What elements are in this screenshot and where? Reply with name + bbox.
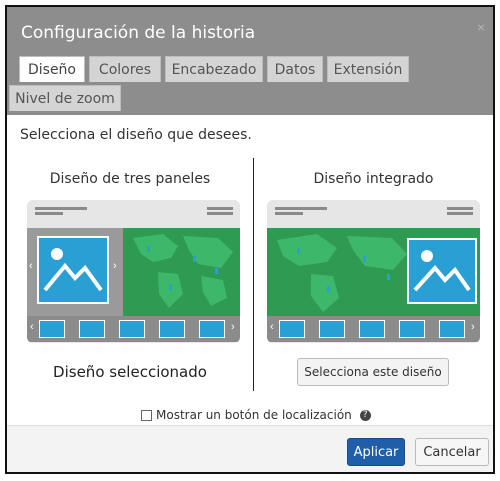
close-icon[interactable]: × [477,19,485,35]
tab-encabezado[interactable]: Encabezado [165,56,263,82]
chevron-left-icon: ‹ [29,260,33,272]
map-icon [123,228,240,316]
select-integrated-button[interactable]: Selecciona este diseño [297,358,449,386]
thumbnail-strip: ‹ › [267,316,480,342]
chevron-right-icon: › [113,260,117,272]
preview-title-line [275,207,327,210]
layout-divider [253,158,254,391]
layout-prompt: Selecciona el diseño que desees. [20,127,252,143]
image-placeholder-icon [37,236,109,304]
camera-icon [119,320,145,338]
preview-menu-line [447,207,473,210]
preview-subtitle-line [35,212,63,215]
three-panel-preview[interactable]: ‹ › ‹ › [27,200,240,343]
integrated-preview[interactable]: ‹ › [267,200,480,343]
image-placeholder-icon [407,238,477,304]
camera-icon [79,320,105,338]
preview-menu-line [447,212,473,215]
dialog-title: Configuración de la historia [21,23,256,43]
apply-button[interactable]: Aplicar [347,438,405,466]
three-panel-title: Diseño de tres paneles [49,171,211,187]
chevron-right-icon: › [471,321,475,333]
tab-nivel-zoom[interactable]: Nivel de zoom [9,85,121,111]
tab-colores[interactable]: Colores [89,56,161,82]
selected-layout-label: Diseño seleccionado [53,363,207,381]
preview-subtitle-line [275,212,303,215]
camera-icon [279,320,305,338]
story-settings-dialog: Configuración de la historia × Diseño Co… [5,5,495,474]
chevron-left-icon: ‹ [30,321,34,333]
camera-icon [159,320,185,338]
tab-extension[interactable]: Extensión [327,56,409,82]
cancel-button[interactable]: Cancelar [415,438,489,466]
integrated-title: Diseño integrado [313,171,434,187]
camera-icon [399,320,425,338]
chevron-left-icon: ‹ [270,321,274,333]
camera-icon [439,320,465,338]
help-icon[interactable]: ? [359,409,371,421]
tab-diseno[interactable]: Diseño [19,56,85,82]
camera-icon [359,320,385,338]
camera-icon [199,320,225,338]
location-checkbox[interactable] [141,409,152,421]
dialog-header: Configuración de la historia × Diseño Co… [7,7,493,115]
camera-icon [39,320,65,338]
location-option: Mostrar un botón de localización ? [141,408,371,422]
preview-menu-line [207,212,233,215]
preview-menu-line [207,207,233,210]
location-label: Mostrar un botón de localización [156,408,352,422]
thumbnail-strip: ‹ › [27,316,240,342]
tab-datos[interactable]: Datos [267,56,323,82]
chevron-right-icon: › [231,321,235,333]
dialog-footer: Aplicar Cancelar [7,425,493,472]
camera-icon [319,320,345,338]
preview-title-line [35,207,87,210]
